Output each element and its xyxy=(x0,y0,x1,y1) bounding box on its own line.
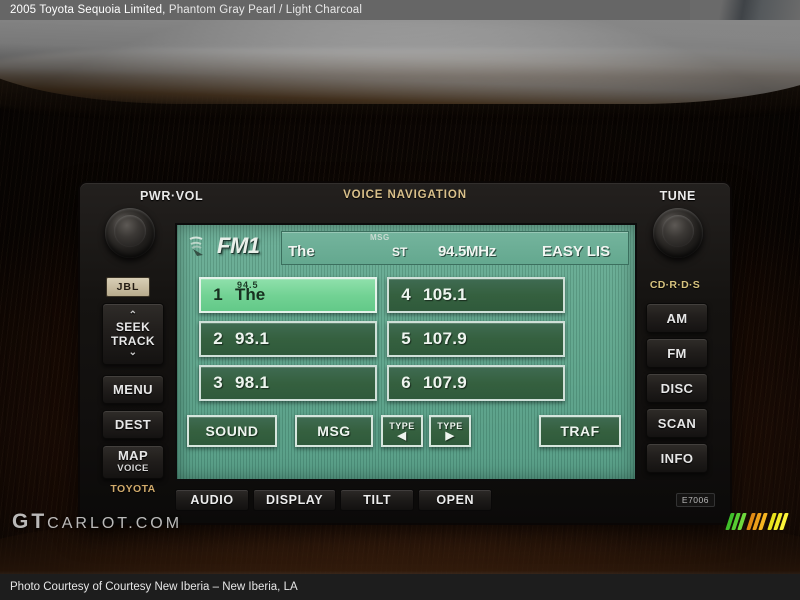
scan-label: SCAN xyxy=(657,415,697,431)
frequency-display: 94.5MHz xyxy=(438,243,496,260)
preset-3-number: 3 xyxy=(213,373,223,392)
menu-button[interactable]: MENU xyxy=(102,375,164,404)
fm-button[interactable]: FM xyxy=(646,338,708,368)
disc-label: DISC xyxy=(660,380,694,396)
watermark-color-bars xyxy=(725,513,789,530)
voice-label: VOICE xyxy=(117,463,149,474)
audio-button[interactable]: AUDIO xyxy=(175,489,249,511)
bottom-button-row: AUDIO DISPLAY TILT OPEN E7006 xyxy=(175,487,715,513)
vehicle-caption-bar: 2005 Toyota Sequoia Limited, Phantom Gra… xyxy=(0,0,800,20)
audio-label: AUDIO xyxy=(190,493,234,507)
preset-1-frequency: 94.5 xyxy=(237,280,259,290)
watermark-rest: CARLOT.COM xyxy=(47,515,183,532)
preset-button-1[interactable]: 1 94.5 The xyxy=(199,277,377,313)
preset-5-value: 107.9 xyxy=(423,329,468,348)
preset-6-value: 107.9 xyxy=(423,373,468,392)
type-next-button[interactable]: TYPE ▶ xyxy=(429,415,471,447)
caption-bar-trim xyxy=(690,0,800,20)
preset-button-5[interactable]: 5 107.9 xyxy=(387,321,565,357)
photo-credit-bar: Photo Courtesy of Courtesy New Iberia – … xyxy=(0,574,800,600)
color-bar-group-orange xyxy=(746,513,768,530)
seek-track-button[interactable]: ⌃ SEEK TRACK ⌄ xyxy=(102,303,164,365)
msg-indicator: MSG xyxy=(370,233,390,242)
station-name: The xyxy=(288,243,315,260)
band-indicator: FM1 xyxy=(187,233,260,259)
preset-button-4[interactable]: 4 105.1 xyxy=(387,277,565,313)
seek-label: SEEK xyxy=(115,320,151,334)
tilt-label: TILT xyxy=(363,493,392,507)
screenshot-root: 2005 Toyota Sequoia Limited, Phantom Gra… xyxy=(0,0,800,600)
sound-label: SOUND xyxy=(205,423,259,439)
navigation-head-unit: PWR·VOL VOICE NAVIGATION TUNE JBL CD·R·D… xyxy=(80,183,730,523)
am-button[interactable]: AM xyxy=(646,303,708,333)
traffic-soft-button[interactable]: TRAF xyxy=(539,415,621,447)
traf-label: TRAF xyxy=(560,423,600,439)
preset-3-value: 98.1 xyxy=(235,373,270,392)
vehicle-colors: Phantom Gray Pearl / Light Charcoal xyxy=(168,4,363,16)
tune-knob[interactable] xyxy=(653,208,703,258)
preset-2-value: 93.1 xyxy=(235,329,270,348)
menu-label: MENU xyxy=(113,382,153,397)
msg-soft-button[interactable]: MSG xyxy=(295,415,373,447)
display-button[interactable]: DISPLAY xyxy=(253,489,337,511)
preset-1-number: 1 xyxy=(213,285,223,304)
disc-button[interactable]: DISC xyxy=(646,373,708,403)
arrow-right-icon: ▶ xyxy=(445,429,455,442)
am-label: AM xyxy=(666,310,688,326)
sound-soft-button[interactable]: SOUND xyxy=(187,415,277,447)
tilt-button[interactable]: TILT xyxy=(340,489,415,511)
voice-navigation-label: VOICE NAVIGATION xyxy=(343,189,467,201)
open-label: OPEN xyxy=(436,493,475,507)
chrome-trim-top-glow xyxy=(0,48,800,118)
tune-label: TUNE xyxy=(659,189,696,203)
scan-button[interactable]: SCAN xyxy=(646,408,708,438)
color-bar-group-green xyxy=(725,513,747,530)
site-watermark: GTCARLOT.COM xyxy=(12,510,182,534)
type-prev-label: TYPE xyxy=(389,420,415,431)
dest-label: DEST xyxy=(114,417,152,432)
preset-4-value: 105.1 xyxy=(423,285,468,304)
stereo-indicator: ST xyxy=(392,245,408,259)
radio-wave-icon xyxy=(189,236,203,256)
type-prev-button[interactable]: TYPE ◀ xyxy=(381,415,423,447)
dest-button[interactable]: DEST xyxy=(102,410,164,439)
jbl-badge: JBL xyxy=(106,277,150,297)
preset-6-number: 6 xyxy=(401,373,411,392)
band-label: FM1 xyxy=(217,233,260,258)
preset-button-3[interactable]: 3 98.1 xyxy=(199,365,377,401)
preset-button-2[interactable]: 2 93.1 xyxy=(199,321,377,357)
track-label: TRACK xyxy=(111,334,155,348)
map-voice-button[interactable]: MAP VOICE xyxy=(102,445,164,479)
fm-label: FM xyxy=(667,345,687,361)
display-label: DISPLAY xyxy=(266,493,324,507)
chevron-down-icon: ⌄ xyxy=(128,347,138,358)
preset-4-number: 4 xyxy=(401,285,411,304)
photo-credit-text: Photo Courtesy of Courtesy New Iberia – … xyxy=(10,581,298,593)
preset-2-number: 2 xyxy=(213,329,223,348)
open-button[interactable]: OPEN xyxy=(418,489,493,511)
cd-rds-badge: CD·R·D·S xyxy=(649,279,701,291)
lcd-screen[interactable]: FM1 MSG The ST 94.5MHz EASY LIS 1 94.5 T… xyxy=(175,223,637,481)
station-info-bar: MSG The ST 94.5MHz EASY LIS xyxy=(281,231,629,265)
vehicle-title: 2005 Toyota Sequoia Limited, xyxy=(10,4,166,16)
model-number-label: E7006 xyxy=(675,493,715,507)
preset-5-number: 5 xyxy=(401,329,411,348)
watermark-gt: GT xyxy=(12,510,48,533)
info-button[interactable]: INFO xyxy=(646,443,708,473)
type-next-label: TYPE xyxy=(437,420,463,431)
preset-button-6[interactable]: 6 107.9 xyxy=(387,365,565,401)
arrow-left-icon: ◀ xyxy=(397,429,407,442)
vehicle-photo: PWR·VOL VOICE NAVIGATION TUNE JBL CD·R·D… xyxy=(0,20,800,574)
toyota-brand-label: TOYOTA xyxy=(110,483,156,495)
msg-label: MSG xyxy=(317,423,351,439)
map-label: MAP xyxy=(117,448,149,463)
chevron-up-icon: ⌃ xyxy=(128,310,138,321)
format-display: EASY LIS xyxy=(542,243,611,260)
color-bar-group-yellow xyxy=(767,513,789,530)
info-label: INFO xyxy=(660,450,694,466)
power-volume-knob[interactable] xyxy=(105,208,155,258)
